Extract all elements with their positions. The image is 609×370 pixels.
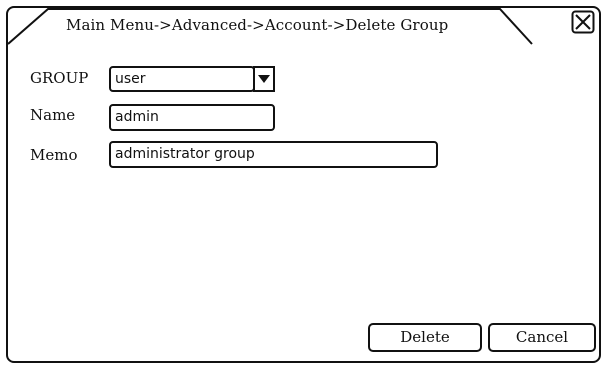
group-dropdown-button[interactable] [253,66,275,92]
close-icon[interactable] [571,10,595,34]
group-select-value: user [115,71,146,87]
group-select[interactable]: user [109,66,255,92]
cancel-button[interactable]: Cancel [488,323,596,352]
name-field[interactable]: admin [109,104,275,131]
triangle-down-icon [258,75,270,83]
name-label: Name [30,106,76,124]
breadcrumb-title: Main Menu->Advanced->Account->Delete Gro… [66,16,449,34]
title-tab: Main Menu->Advanced->Account->Delete Gro… [8,8,548,46]
delete-button[interactable]: Delete [368,323,482,352]
name-field-value: admin [115,109,159,125]
memo-field[interactable]: administrator group [109,141,438,168]
delete-group-dialog: Main Menu->Advanced->Account->Delete Gro… [6,6,601,363]
group-label: GROUP [30,69,89,87]
memo-field-value: administrator group [115,146,255,162]
memo-label: Memo [30,146,78,164]
